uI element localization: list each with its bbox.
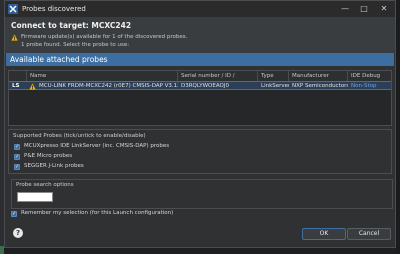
column-header-name[interactable]: Name [27,71,178,81]
dialog-header: Connect to target: MCXC242 Firmware upda… [5,17,395,53]
column-header-manufacturer[interactable]: Manufacturer [289,71,348,81]
probe-manufacturer: NXP Semiconductors [292,83,348,89]
window-title: Probes discovered [22,5,86,13]
supported-probes-title: Supported Probes (tick/untick to enable/… [13,133,146,139]
checkbox-label: MCUXpresso IDE LinkServer (inc. CMSIS-DA… [24,143,170,149]
probe-search-group: Probe search options [11,179,393,209]
probe-marker: LS [12,83,20,89]
check-icon[interactable]: ✓ [14,144,20,150]
column-header-marker [9,71,27,81]
probe-search-input[interactable] [17,192,53,202]
probe-search-title: Probe search options [16,182,74,188]
remember-selection-label: Remember my selection (for this Launch c… [21,210,174,216]
minimize-button[interactable]: — [338,2,352,15]
firmware-warning-text: Firmware update(s) available for 1 of th… [21,34,188,40]
close-button[interactable]: ✕ [377,2,391,15]
probe-type: LinkServer [261,83,289,89]
column-header-serial[interactable]: Serial number / ID / Nickname [178,71,258,89]
background-right-edge [396,0,400,254]
warning-icon [11,34,18,41]
probe-debug-mode: Non-Stop [351,83,377,89]
check-icon[interactable]: ✓ [14,154,20,160]
column-header-type[interactable]: Type [258,71,289,81]
connect-target-title: Connect to target: MCXC242 [11,21,132,30]
probes-table: Name Serial number / ID / Nickname Type … [8,70,392,126]
checkbox-label: SEGGER J-Link probes [24,163,84,169]
title-bar[interactable]: Probes discovered — □ ✕ [5,1,395,17]
probes-dialog: Probes discovered — □ ✕ Connect to targe… [4,0,396,248]
available-probes-title: Available attached probes [6,53,394,66]
firmware-warning-icon [29,82,36,90]
cancel-button[interactable]: Cancel [347,228,391,240]
probe-serial: D3RQLYWOEAOJ0 [181,83,229,89]
ok-button[interactable]: OK [302,228,346,240]
check-icon[interactable]: ✓ [11,211,17,217]
supported-probes-group: Supported Probes (tick/untick to enable/… [8,129,392,174]
help-button[interactable]: ? [13,228,23,238]
checkbox-label: P&E Micro probes [24,153,73,159]
column-header-debug-mode[interactable]: IDE Debug Mode [348,71,391,89]
probes-found-text: 1 probe found. Select the probe to use: [21,42,130,48]
table-row[interactable]: LS MCU-LINK FRDM-MCXC242 (r0E7) CMSIS-DA… [9,81,391,90]
app-icon [8,4,18,14]
probe-name: MCU-LINK FRDM-MCXC242 (r0E7) CMSIS-DAP V… [39,83,178,89]
maximize-button[interactable]: □ [357,2,371,15]
check-icon[interactable]: ✓ [14,164,20,170]
